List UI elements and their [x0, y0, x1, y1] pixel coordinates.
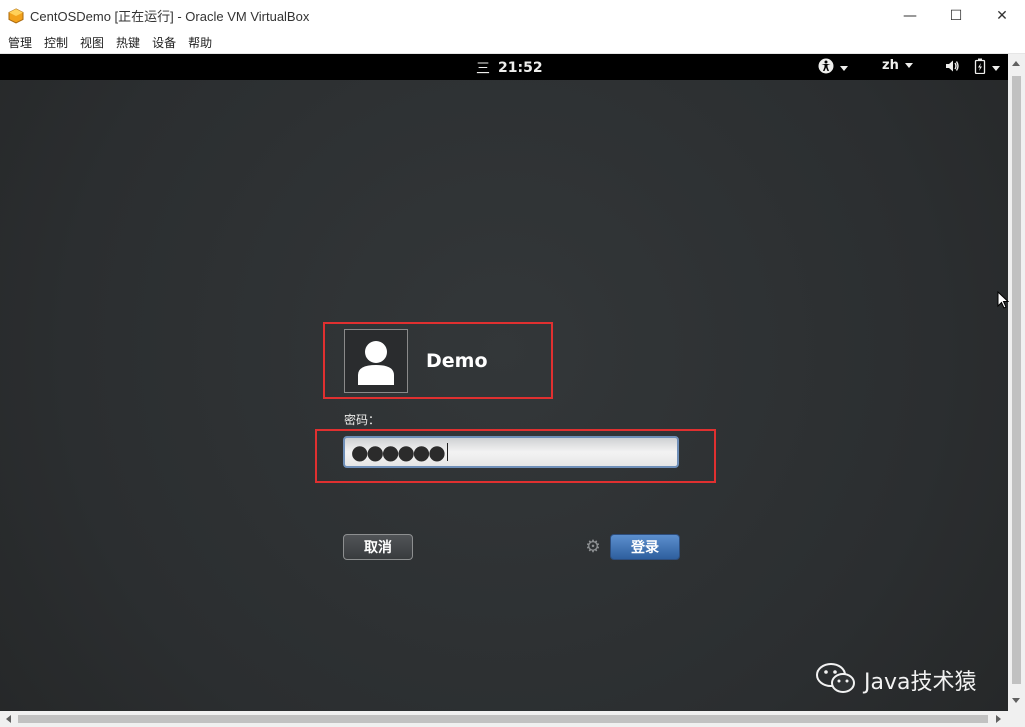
- password-mask: ●●●●●●: [351, 440, 446, 464]
- user-icon: [358, 341, 394, 385]
- clock[interactable]: 三 21:52: [476, 58, 543, 78]
- language-menu[interactable]: zh: [882, 58, 913, 73]
- scroll-right-icon[interactable]: [996, 715, 1001, 723]
- wechat-icon: [816, 662, 856, 698]
- avatar: [344, 329, 408, 393]
- power-menu[interactable]: [974, 58, 1000, 78]
- chevron-down-icon: [840, 65, 848, 71]
- vertical-scroll-thumb[interactable]: [1012, 76, 1021, 684]
- volume-indicator[interactable]: [944, 58, 960, 78]
- horizontal-scroll-thumb[interactable]: [18, 715, 988, 723]
- window-title-bar[interactable]: CentOSDemo [正在运行] - Oracle VM VirtualBox…: [0, 0, 1025, 31]
- menu-hotkeys[interactable]: 热键: [116, 34, 140, 51]
- password-label: 密码：: [344, 413, 381, 427]
- battery-icon: [974, 58, 986, 78]
- maximize-button[interactable]: ☐: [933, 0, 979, 31]
- minimize-button[interactable]: —: [887, 0, 933, 31]
- text-caret: [446, 443, 448, 461]
- scroll-left-icon[interactable]: [6, 715, 11, 723]
- language-label: zh: [882, 58, 899, 73]
- cancel-button[interactable]: 取消: [343, 534, 413, 560]
- login-button[interactable]: 登录: [610, 534, 680, 560]
- activities-glyph: 三: [476, 61, 490, 77]
- menu-view[interactable]: 视图: [80, 34, 104, 51]
- volume-icon: [944, 58, 960, 78]
- menu-help[interactable]: 帮助: [188, 34, 212, 51]
- scroll-up-icon[interactable]: [1012, 61, 1020, 66]
- accessibility-icon: [818, 58, 834, 78]
- username: Demo: [426, 350, 488, 372]
- mouse-pointer-icon: [997, 290, 1010, 315]
- window-title: CentOSDemo [正在运行] - Oracle VM VirtualBox: [30, 9, 310, 24]
- horizontal-scrollbar[interactable]: [0, 711, 1025, 727]
- menu-devices[interactable]: 设备: [152, 34, 176, 51]
- accessibility-menu[interactable]: [818, 58, 848, 78]
- virtualbox-icon: [8, 7, 24, 24]
- password-input[interactable]: ●●●●●●: [343, 436, 679, 468]
- chevron-down-icon: [992, 65, 1000, 71]
- clock-time: 21:52: [498, 60, 543, 76]
- user-highlight-box: Demo: [323, 322, 553, 399]
- watermark: Java技术猿: [816, 662, 976, 698]
- menu-control[interactable]: 控制: [44, 34, 68, 51]
- menu-manage[interactable]: 管理: [8, 34, 32, 51]
- watermark-text: Java技术猿: [864, 670, 977, 695]
- menu-bar: 管理 控制 视图 热键 设备 帮助: [0, 31, 1025, 54]
- chevron-down-icon: [904, 63, 913, 68]
- vertical-scrollbar[interactable]: [1008, 54, 1025, 711]
- gear-icon[interactable]: ⚙: [584, 538, 602, 556]
- gnome-top-bar: 三 21:52 zh: [0, 54, 1008, 80]
- close-button[interactable]: ✕: [979, 0, 1025, 31]
- scroll-down-icon[interactable]: [1012, 698, 1020, 703]
- vm-screen[interactable]: 三 21:52 zh Demo 密码： ●●●●●● 取消 ⚙ 登录 Java技…: [0, 54, 1008, 711]
